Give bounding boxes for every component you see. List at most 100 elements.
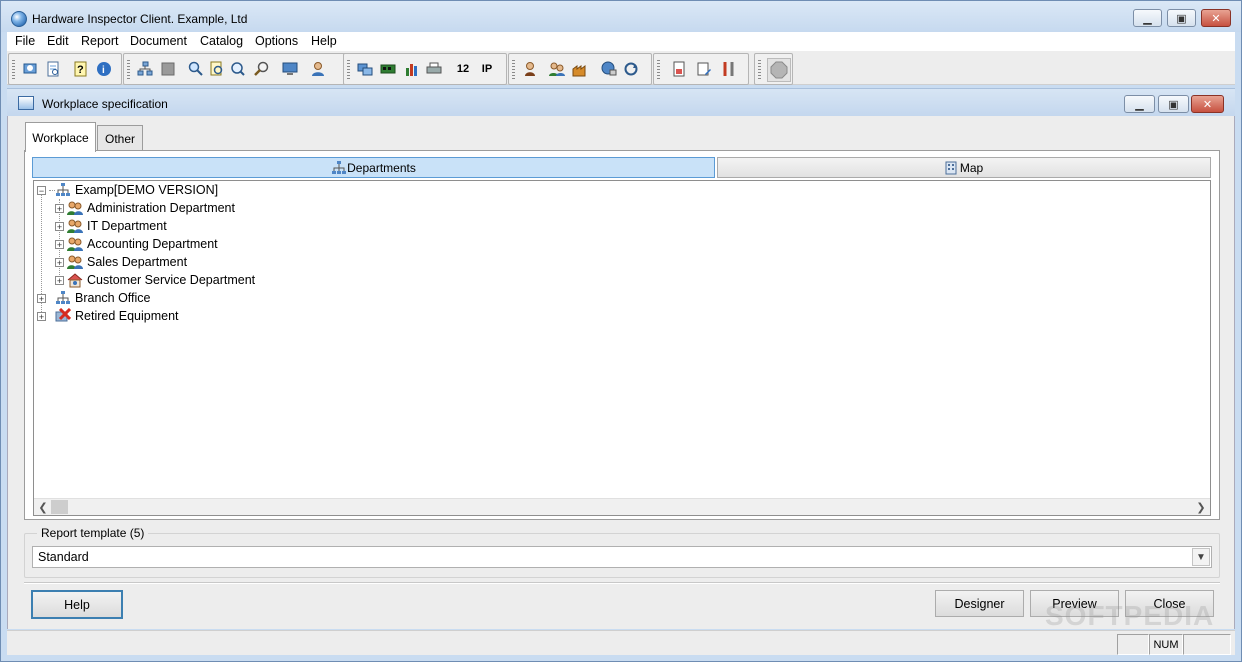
toolbar-grip[interactable] bbox=[127, 60, 130, 80]
window-title: Hardware Inspector Client. Example, Ltd bbox=[32, 12, 248, 26]
menu-document[interactable]: Document bbox=[130, 34, 187, 48]
designer-button[interactable]: Designer bbox=[935, 590, 1024, 617]
tree-node-customer-service[interactable]: + Customer Service Department bbox=[55, 271, 255, 289]
close-icon: ✕ bbox=[1211, 12, 1221, 25]
tab-other[interactable]: Other bbox=[97, 125, 143, 152]
app-globe-icon bbox=[11, 11, 27, 27]
status-bar: NUM bbox=[7, 630, 1235, 655]
status-panel-empty bbox=[1117, 634, 1149, 655]
toolbar-grip[interactable] bbox=[347, 60, 350, 80]
tab-label: Workplace bbox=[32, 130, 89, 145]
menu-help[interactable]: Help bbox=[311, 34, 337, 48]
department-tree[interactable]: − Examp[DEMO VERSION] + Administration D… bbox=[33, 180, 1211, 516]
map-view-button[interactable]: Map bbox=[717, 157, 1211, 178]
search-doc-icon[interactable] bbox=[188, 61, 204, 77]
people-group-icon bbox=[67, 255, 83, 269]
help-question-icon[interactable]: ? bbox=[73, 61, 89, 77]
expand-icon[interactable]: + bbox=[55, 239, 64, 249]
expand-icon[interactable]: + bbox=[55, 275, 64, 285]
printer-icon[interactable] bbox=[426, 61, 442, 77]
chevron-down-icon[interactable]: ▼ bbox=[1192, 548, 1210, 566]
toolbar-group-view bbox=[123, 53, 346, 85]
scroll-thumb[interactable] bbox=[51, 500, 68, 514]
tab-label: Other bbox=[104, 132, 135, 146]
horizontal-scrollbar[interactable]: ❮ ❯ bbox=[34, 498, 1210, 515]
map-label: Map bbox=[959, 160, 984, 175]
departments-view-button[interactable]: Departments bbox=[32, 157, 715, 178]
chart-icon[interactable] bbox=[404, 61, 420, 77]
network-icon[interactable] bbox=[137, 61, 153, 77]
toolbar-grip[interactable] bbox=[657, 60, 660, 80]
sync-icon[interactable] bbox=[623, 61, 639, 77]
svg-text:?: ? bbox=[77, 64, 84, 76]
minimize-button[interactable]: ▁ bbox=[1133, 9, 1162, 27]
expand-icon[interactable]: + bbox=[55, 221, 64, 231]
scroll-left-icon[interactable]: ❮ bbox=[36, 499, 50, 515]
report-template-select[interactable]: Standard ▼ bbox=[32, 546, 1212, 568]
expand-icon[interactable]: + bbox=[55, 203, 64, 213]
tab-workplace[interactable]: Workplace bbox=[25, 122, 96, 152]
divider bbox=[24, 582, 1220, 584]
tree-node-retired-equipment[interactable]: + Retired Equipment bbox=[37, 307, 179, 325]
tree-node-label: IT Department bbox=[87, 219, 167, 233]
users-group-icon[interactable] bbox=[549, 61, 565, 77]
toolbar: ? i 12 IP bbox=[7, 51, 1235, 85]
tree-node-sales[interactable]: + Sales Department bbox=[55, 253, 187, 271]
stop-sign-icon[interactable] bbox=[767, 58, 791, 82]
people-group-icon bbox=[67, 201, 83, 215]
tree-node-administration[interactable]: + Administration Department bbox=[55, 199, 235, 217]
workplace-tab-panel: Departments Map − Examp[DEMO VERSION] + … bbox=[24, 150, 1220, 520]
maximize-button[interactable]: ▣ bbox=[1167, 9, 1196, 27]
menu-options[interactable]: Options bbox=[255, 34, 298, 48]
child-window-title: Workplace specification bbox=[42, 97, 168, 111]
hardware-icon[interactable] bbox=[380, 61, 396, 77]
retired-x-icon bbox=[55, 308, 71, 322]
toolbar-grip[interactable] bbox=[12, 60, 15, 80]
ip-icon[interactable]: IP bbox=[478, 61, 496, 77]
factory-icon[interactable] bbox=[572, 61, 588, 77]
tools-icon[interactable] bbox=[721, 61, 737, 77]
document-icon[interactable] bbox=[45, 61, 61, 77]
tree-node-root[interactable]: − Examp[DEMO VERSION] bbox=[37, 181, 218, 199]
expand-icon[interactable]: + bbox=[37, 293, 46, 303]
menu-edit[interactable]: Edit bbox=[47, 34, 69, 48]
stop-square-icon[interactable] bbox=[160, 61, 176, 77]
refresh-search-icon[interactable] bbox=[230, 61, 246, 77]
child-close-button[interactable]: ✕ bbox=[1191, 95, 1224, 113]
toolbar-grip[interactable] bbox=[512, 60, 515, 80]
info-icon[interactable]: i bbox=[96, 61, 112, 77]
help-button[interactable]: Help bbox=[31, 590, 123, 619]
search-doc-2-icon[interactable] bbox=[209, 61, 225, 77]
tree-node-label: Retired Equipment bbox=[75, 309, 179, 323]
magnifier-icon[interactable] bbox=[254, 61, 270, 77]
toolbar-group-users bbox=[508, 53, 652, 85]
menu-report[interactable]: Report bbox=[81, 34, 119, 48]
tree-node-accounting[interactable]: + Accounting Department bbox=[55, 235, 218, 253]
org-chart-icon bbox=[56, 291, 70, 304]
expand-icon[interactable]: + bbox=[37, 311, 46, 321]
report-edit-icon[interactable] bbox=[696, 61, 712, 77]
scroll-right-icon[interactable]: ❯ bbox=[1194, 499, 1208, 515]
globe-computer-icon[interactable] bbox=[601, 61, 617, 77]
toolbar-group-stop bbox=[754, 53, 793, 85]
child-restore-button[interactable]: ▣ bbox=[1158, 95, 1189, 113]
close-window-button[interactable]: ✕ bbox=[1201, 9, 1231, 27]
collapse-icon[interactable]: − bbox=[37, 185, 46, 195]
tree-node-it[interactable]: + IT Department bbox=[55, 217, 167, 235]
title-bar[interactable]: Hardware Inspector Client. Example, Ltd … bbox=[1, 1, 1241, 32]
workplace-icon[interactable] bbox=[22, 61, 38, 77]
expand-icon[interactable]: + bbox=[55, 257, 64, 267]
report-doc-icon[interactable] bbox=[671, 61, 687, 77]
child-minimize-button[interactable]: ▁ bbox=[1124, 95, 1155, 113]
child-window-titlebar[interactable]: Workplace specification ▁ ▣ ✕ bbox=[7, 88, 1235, 116]
menu-file[interactable]: File bbox=[15, 34, 35, 48]
tree-node-label: Accounting Department bbox=[87, 237, 218, 251]
computers-icon[interactable] bbox=[357, 61, 373, 77]
monitor-icon[interactable] bbox=[282, 61, 298, 77]
counter-icon[interactable]: 12 bbox=[454, 61, 472, 77]
user-computer-icon[interactable] bbox=[310, 61, 326, 77]
tree-node-branch-office[interactable]: + Branch Office bbox=[37, 289, 151, 307]
menu-catalog[interactable]: Catalog bbox=[200, 34, 243, 48]
toolbar-grip[interactable] bbox=[758, 60, 761, 80]
user-icon[interactable] bbox=[522, 61, 538, 77]
